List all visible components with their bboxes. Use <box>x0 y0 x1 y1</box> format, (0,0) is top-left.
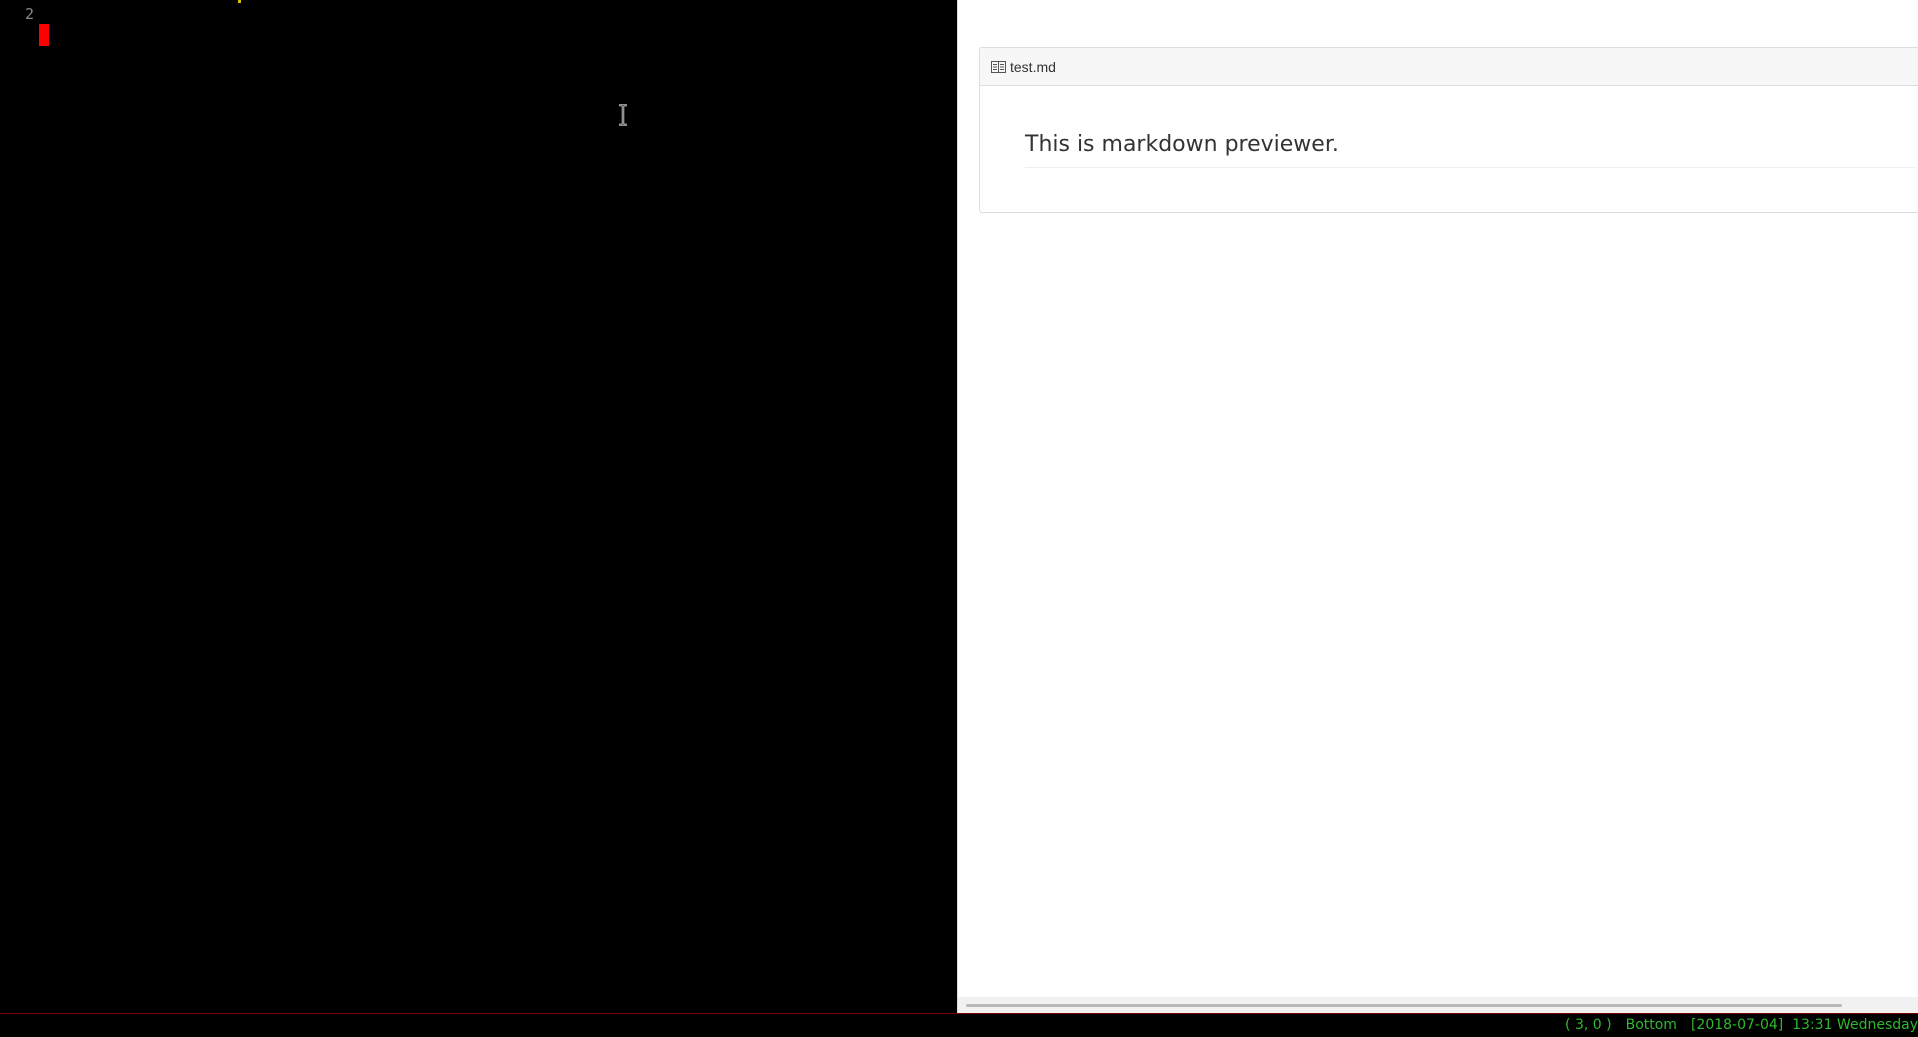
scrollbar-thumb[interactable] <box>966 1004 1842 1007</box>
vim-editor-pane[interactable]: 2 <box>0 0 957 1013</box>
markdown-preview-window[interactable]: test.md This is markdown previewer. <box>957 0 1918 1013</box>
markdown-body: This is markdown previewer. <box>980 86 1918 168</box>
file-name: test.md <box>1010 58 1056 75</box>
markdown-paragraph: This is markdown previewer. <box>1025 86 1915 168</box>
file-header: test.md <box>980 48 1918 86</box>
cursor-position: ( 3, 0 ) <box>1565 1017 1612 1033</box>
file-container: test.md This is markdown previewer. <box>979 47 1918 213</box>
vim-statusline: ( 3, 0 ) Bottom [2018-07-04] 13:31 Wedne… <box>0 1013 1918 1037</box>
ibeam-cursor-icon <box>619 104 627 126</box>
screen: 2 test.md This is markdown previewer. (… <box>0 0 1918 1037</box>
date-time: [2018-07-04] 13:31 Wednesday <box>1690 1017 1918 1033</box>
horizontal-scrollbar[interactable] <box>958 997 1918 1013</box>
book-icon <box>991 60 1006 73</box>
text-cursor <box>39 24 49 46</box>
scroll-position: Bottom <box>1625 1017 1677 1033</box>
line-number: 2 <box>24 5 34 23</box>
statusline-right: ( 3, 0 ) Bottom [2018-07-04] 13:31 Wedne… <box>1565 1014 1918 1036</box>
previous-line-fragment <box>238 0 241 3</box>
